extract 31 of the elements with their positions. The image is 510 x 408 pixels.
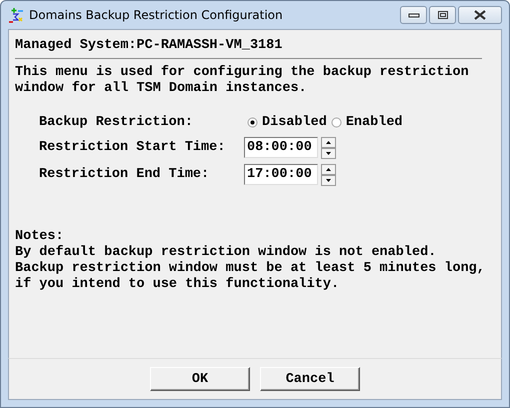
note-text: Backup restriction window must be at least 5 minutes long, [15, 261, 486, 277]
notes-heading: Notes: [15, 228, 65, 245]
spin-down-button[interactable] [321, 148, 336, 158]
close-button[interactable] [458, 6, 502, 24]
minimize-icon [408, 12, 420, 18]
note-text: By default backup restriction window is not enabled. [15, 245, 438, 261]
down-icon [326, 178, 331, 182]
spin-up-button[interactable] [321, 136, 336, 148]
backup-restriction-label: Backup Restriction: [39, 114, 194, 130]
time-field[interactable]: 17:00:00 [244, 164, 318, 185]
time-field[interactable]: 08:00:00 [244, 137, 318, 158]
dialog-button[interactable]: Cancel [260, 367, 360, 391]
up-icon [326, 168, 331, 170]
spin-down-button[interactable] [321, 174, 336, 186]
dialog-button[interactable]: OK [150, 367, 250, 391]
time-label: Restriction End Time: [39, 167, 210, 182]
managed-system-label: Managed System:PC-RAMASSH-VM_3181 [15, 37, 284, 53]
radio-option[interactable]: Enabled [330, 114, 403, 130]
time-label: Restriction Start Time: [39, 140, 226, 155]
maximize-button[interactable] [429, 6, 456, 24]
down-icon [326, 152, 331, 154]
spin-up-button[interactable] [321, 164, 336, 174]
radio-option[interactable]: Disabled [247, 114, 327, 130]
description-text: This menu is used for configuring the backup restriction window for all TSM Domain instances. [15, 65, 470, 97]
window-title: Domains Backup Restriction Configuration [29, 8, 283, 22]
note-text: if you intend to use this functionality. [15, 277, 340, 293]
maximize-icon [436, 10, 448, 20]
close-icon [473, 10, 487, 20]
minimize-button[interactable] [400, 6, 427, 24]
up-icon [326, 140, 331, 144]
app-icon [8, 7, 24, 23]
